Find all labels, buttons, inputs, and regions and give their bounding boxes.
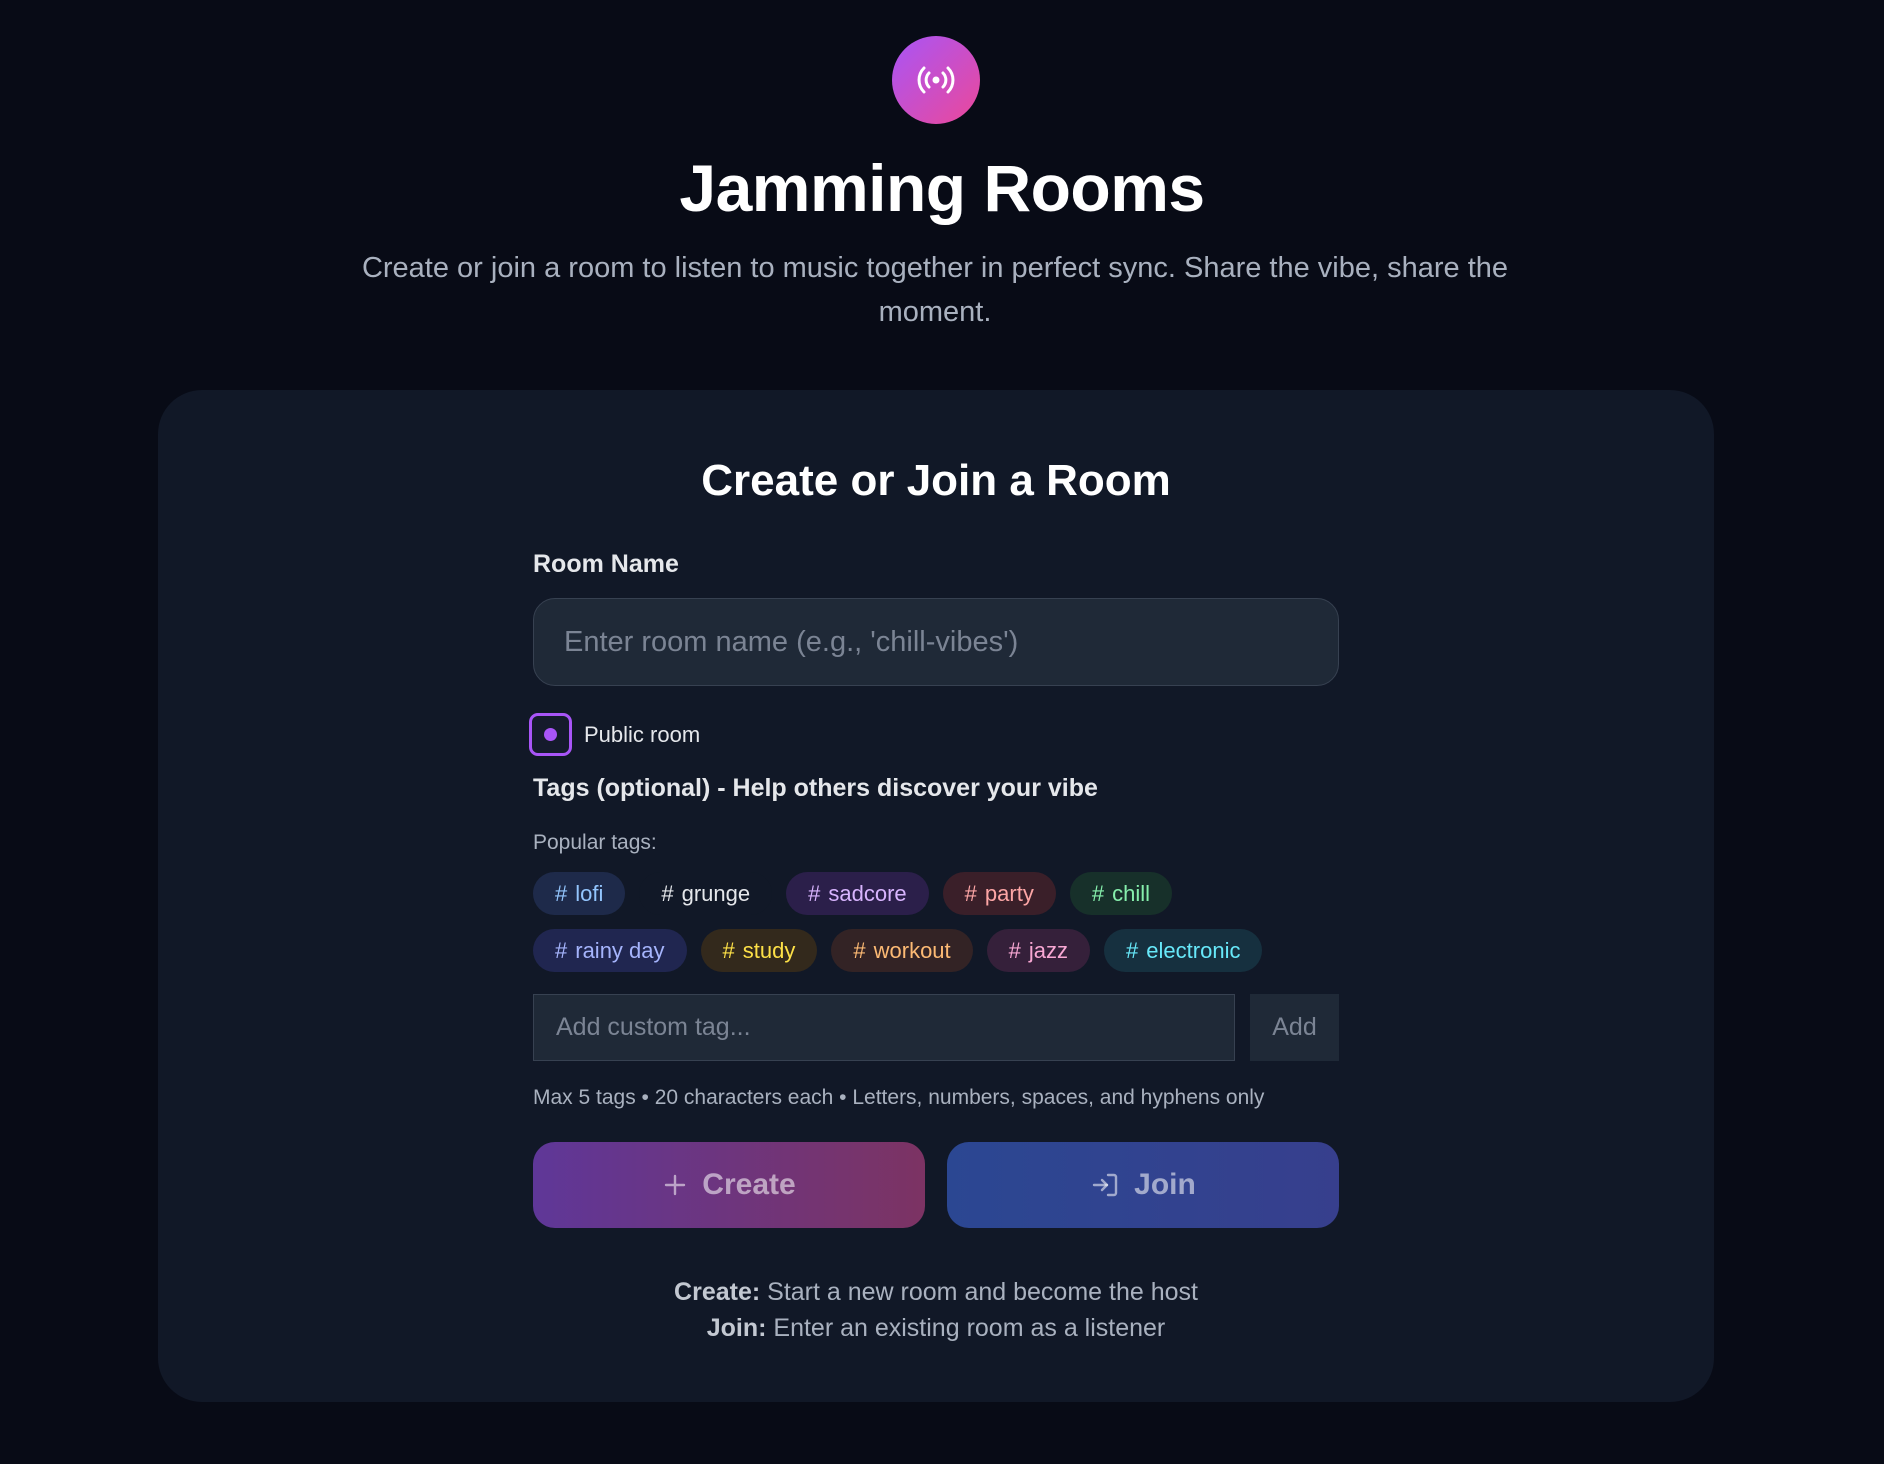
tag-chip[interactable]: # jazz [986, 929, 1091, 972]
tag-label: electronic [1146, 937, 1241, 963]
page-subtitle: Create or join a room to listen to music… [361, 252, 1509, 328]
tag-label: sadcore [828, 880, 907, 906]
room-name-input[interactable] [533, 598, 1339, 686]
tag-chip[interactable]: # lofi [533, 872, 626, 915]
create-help-term: Create: [674, 1278, 761, 1306]
popular-tags-label: Popular tags: [533, 831, 657, 854]
create-button[interactable]: Create [533, 1142, 925, 1228]
tag-label: jazz [1028, 937, 1069, 963]
join-button-label: Join [1134, 1168, 1196, 1201]
tag-chip[interactable]: # study [700, 929, 818, 972]
create-help-line: Create: Start a new room and become the … [533, 1274, 1339, 1310]
checkbox-checked-indicator [544, 728, 557, 741]
tag-label: workout [873, 937, 951, 963]
plus-icon [665, 1174, 686, 1196]
join-help-text: Enter an existing room as a listener [766, 1314, 1166, 1342]
hash-icon: # [964, 880, 977, 906]
join-help-term: Join: [706, 1314, 767, 1342]
hash-icon: # [853, 937, 866, 963]
tag-chip[interactable]: # chill [1069, 872, 1172, 915]
action-help: Create: Start a new room and become the … [533, 1274, 1339, 1346]
room-form: Room Name Public room Tags (optional) - … [529, 550, 1339, 1342]
tag-chip[interactable]: # workout [831, 929, 973, 972]
card-title: Create or Join a Room [701, 456, 1171, 505]
join-button[interactable]: Join [947, 1142, 1339, 1228]
tag-label: grunge [681, 880, 751, 906]
public-room-checkbox[interactable] [529, 713, 572, 756]
tags-heading: Tags (optional) - Help others discover y… [533, 774, 1098, 802]
join-help-line: Join: Enter an existing room as a listen… [533, 1310, 1339, 1346]
hash-icon: # [1126, 937, 1139, 963]
tag-chip[interactable]: # rainy day [533, 929, 687, 972]
create-help-text: Start a new room and become the host [760, 1278, 1198, 1306]
tag-label: study [742, 937, 796, 963]
room-card: Create or Join a Room Room Name Public r… [158, 390, 1714, 1402]
room-name-label: Room Name [533, 550, 679, 578]
page: Jamming Rooms Create or join a room to l… [0, 0, 1884, 1464]
hash-icon: # [661, 880, 674, 906]
hash-icon: # [808, 880, 821, 906]
popular-tags-row-2: # rainy day # study # workout # jazz # electronic [533, 929, 1263, 972]
hash-icon: # [1091, 880, 1105, 906]
tag-label: party [984, 880, 1034, 906]
action-buttons: Create Join [533, 1142, 1339, 1228]
tag-chip[interactable]: # party [942, 872, 1056, 915]
broadcast-icon [892, 36, 980, 124]
public-room-label: Public room [584, 721, 701, 747]
create-button-label: Create [702, 1168, 796, 1201]
hash-icon: # [1008, 937, 1021, 963]
tag-label: lofi [575, 880, 604, 906]
hash-icon: # [555, 880, 568, 906]
tag-chip[interactable]: # electronic [1104, 929, 1263, 972]
tag-label: rainy day [575, 937, 665, 963]
page-title: Jamming Rooms [679, 151, 1205, 225]
custom-tag-row: Add [533, 994, 1339, 1061]
custom-tag-input[interactable] [533, 994, 1235, 1061]
add-tag-button[interactable]: Add [1250, 994, 1339, 1061]
public-room-row[interactable]: Public room [529, 713, 700, 756]
tags-hint: Max 5 tags • 20 characters each • Letter… [533, 1086, 1265, 1109]
tag-chip[interactable]: # grunge [639, 872, 773, 915]
hash-icon: # [555, 937, 568, 963]
tag-chip[interactable]: # sadcore [786, 872, 929, 915]
popular-tags-row-1: # lofi # grunge # sadcore # party # chill [533, 872, 1172, 915]
sign-in-icon [1092, 1173, 1118, 1197]
tag-label: chill [1112, 880, 1150, 906]
hash-icon: # [722, 937, 735, 963]
